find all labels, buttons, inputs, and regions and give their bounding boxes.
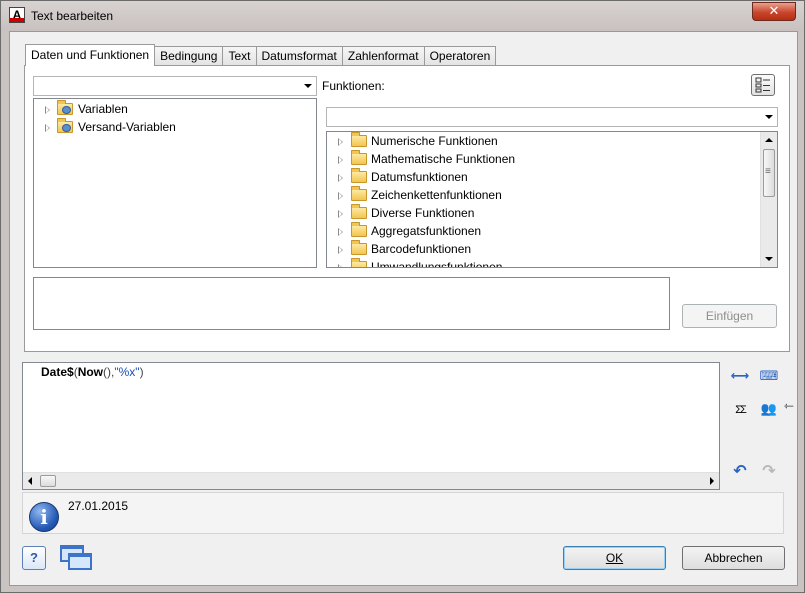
- tree-item-barcodefunktionen[interactable]: Barcodefunktionen: [327, 240, 760, 258]
- users-icon[interactable]: 👥: [759, 400, 779, 418]
- formula-args: (): [103, 365, 112, 379]
- folder-icon: [351, 168, 367, 183]
- ok-button[interactable]: OK: [563, 546, 666, 570]
- tree-item-label: Variablen: [78, 102, 128, 116]
- expand-arrow-icon[interactable]: [45, 124, 50, 132]
- redo-icon[interactable]: ↷: [759, 463, 779, 481]
- tab-daten-und-funktionen[interactable]: Daten und Funktionen: [25, 44, 156, 66]
- variable-folder-icon: [57, 100, 73, 115]
- result-panel: i 27.01.2015: [22, 492, 784, 534]
- functions-tree[interactable]: Numerische Funktionen Mathematische Funk…: [326, 131, 778, 268]
- tree-item-zeichenkettenfunktionen[interactable]: Zeichenkettenfunktionen: [327, 186, 760, 204]
- dialog-window: A Text bearbeiten ✕ Daten und Funktionen…: [0, 0, 805, 593]
- expand-arrow-icon[interactable]: [338, 138, 343, 146]
- tree-item-mathematische-funktionen[interactable]: Mathematische Funktionen: [327, 150, 760, 168]
- expand-arrow-icon[interactable]: [45, 106, 50, 114]
- folder-icon: [351, 204, 367, 219]
- folder-icon: [351, 186, 367, 201]
- tree-item-label: Datumsfunktionen: [371, 170, 468, 184]
- editor-horizontal-scrollbar[interactable]: [23, 472, 719, 489]
- tab-strip: Daten und Funktionen Bedingung Text Datu…: [25, 44, 497, 66]
- formula-string: "%x": [114, 365, 140, 379]
- list-view-icon: [755, 77, 770, 93]
- tree-item-versand-variablen[interactable]: Versand-Variablen: [34, 118, 316, 136]
- tree-item-label: Barcodefunktionen: [371, 242, 472, 256]
- expand-arrow-icon[interactable]: [338, 246, 343, 254]
- tab-zahlenformat[interactable]: Zahlenformat: [341, 46, 425, 66]
- tab-panel-daten-und-funktionen: Variablen Versand-Variablen Funktionen:: [24, 65, 790, 352]
- keyboard-icon[interactable]: ⌨: [759, 367, 779, 385]
- functions-label: Funktionen:: [322, 79, 385, 93]
- expand-arrow-icon[interactable]: [338, 156, 343, 164]
- tree-item-diverse-funktionen[interactable]: Diverse Funktionen: [327, 204, 760, 222]
- scroll-right-icon[interactable]: [710, 477, 714, 485]
- tab-text[interactable]: Text: [222, 46, 257, 66]
- app-icon: A: [9, 7, 25, 23]
- tree-item-datumsfunktionen[interactable]: Datumsfunktionen: [327, 168, 760, 186]
- function-description-box: [33, 277, 670, 330]
- scroll-thumb[interactable]: [763, 149, 775, 197]
- dialog-client: Daten und Funktionen Bedingung Text Datu…: [9, 31, 798, 586]
- expand-arrow-icon[interactable]: [338, 228, 343, 236]
- tree-item-numerische-funktionen[interactable]: Numerische Funktionen: [327, 132, 760, 150]
- sum-icon[interactable]: ΣΣ: [730, 401, 750, 419]
- help-icon[interactable]: ?: [22, 546, 46, 570]
- insert-button[interactable]: Einfügen: [682, 304, 777, 328]
- chevron-down-icon: [304, 84, 312, 88]
- tree-item-label: Versand-Variablen: [78, 120, 176, 134]
- close-button[interactable]: ✕: [752, 2, 796, 21]
- expand-arrow-icon[interactable]: [338, 192, 343, 200]
- windows-icon[interactable]: [58, 544, 94, 572]
- functions-vertical-scrollbar[interactable]: [760, 132, 777, 267]
- window-title: Text bearbeiten: [31, 9, 114, 23]
- tree-item-label: Mathematische Funktionen: [371, 152, 516, 166]
- info-icon: i: [29, 502, 59, 532]
- tree-item-aggregatsfunktionen[interactable]: Aggregatsfunktionen: [327, 222, 760, 240]
- scroll-thumb[interactable]: [40, 475, 56, 487]
- tree-item-label: Umwandlungsfunktionen: [371, 260, 503, 267]
- expand-icon[interactable]: ⟷: [730, 367, 750, 385]
- expand-arrow-icon[interactable]: [338, 210, 343, 218]
- window-front-shape: [68, 553, 92, 570]
- ok-button-label: OK: [605, 551, 624, 565]
- expand-arrow-icon[interactable]: [338, 264, 343, 267]
- folder-icon: [351, 258, 367, 267]
- tree-item-label: Aggregatsfunktionen: [371, 224, 482, 238]
- tree-item-label: Diverse Funktionen: [371, 206, 475, 220]
- undo-icon[interactable]: ↶: [730, 463, 750, 481]
- tree-item-label: Zeichenkettenfunktionen: [371, 188, 502, 202]
- formula-function-now: Now: [77, 365, 104, 379]
- formula-paren: ): [139, 365, 144, 379]
- view-toggle-button[interactable]: [751, 74, 775, 96]
- variables-filter-combo[interactable]: [33, 76, 317, 96]
- folder-icon: [351, 132, 367, 147]
- tree-item-label: Numerische Funktionen: [371, 134, 498, 148]
- cancel-button[interactable]: Abbrechen: [682, 546, 785, 570]
- functions-filter-combo[interactable]: [326, 107, 778, 127]
- scroll-left-icon[interactable]: [28, 477, 32, 485]
- folder-icon: [351, 240, 367, 255]
- tree-item-variablen[interactable]: Variablen: [34, 100, 316, 118]
- variables-tree[interactable]: Variablen Versand-Variablen: [33, 98, 317, 268]
- formula-function-date: Date$: [41, 365, 74, 379]
- tree-item-umwandlungsfunktionen[interactable]: Umwandlungsfunktionen: [327, 258, 760, 267]
- chevron-down-icon: [765, 115, 773, 119]
- formula-editor[interactable]: Date$(Now(),"%x"): [22, 362, 720, 490]
- tab-datumsformat[interactable]: Datumsformat: [255, 46, 343, 66]
- tab-bedingung[interactable]: Bedingung: [154, 46, 224, 66]
- resize-arrow-icon: ⇽: [784, 399, 795, 413]
- scroll-down-icon[interactable]: [765, 257, 773, 261]
- formula-text[interactable]: Date$(Now(),"%x"): [41, 365, 144, 379]
- tab-operatoren[interactable]: Operatoren: [423, 46, 497, 66]
- shipping-variable-folder-icon: [57, 118, 73, 133]
- result-value: 27.01.2015: [68, 499, 129, 513]
- expand-arrow-icon[interactable]: [338, 174, 343, 182]
- title-bar[interactable]: A Text bearbeiten ✕: [1, 1, 804, 31]
- folder-icon: [351, 222, 367, 237]
- scroll-up-icon[interactable]: [765, 138, 773, 142]
- folder-icon: [351, 150, 367, 165]
